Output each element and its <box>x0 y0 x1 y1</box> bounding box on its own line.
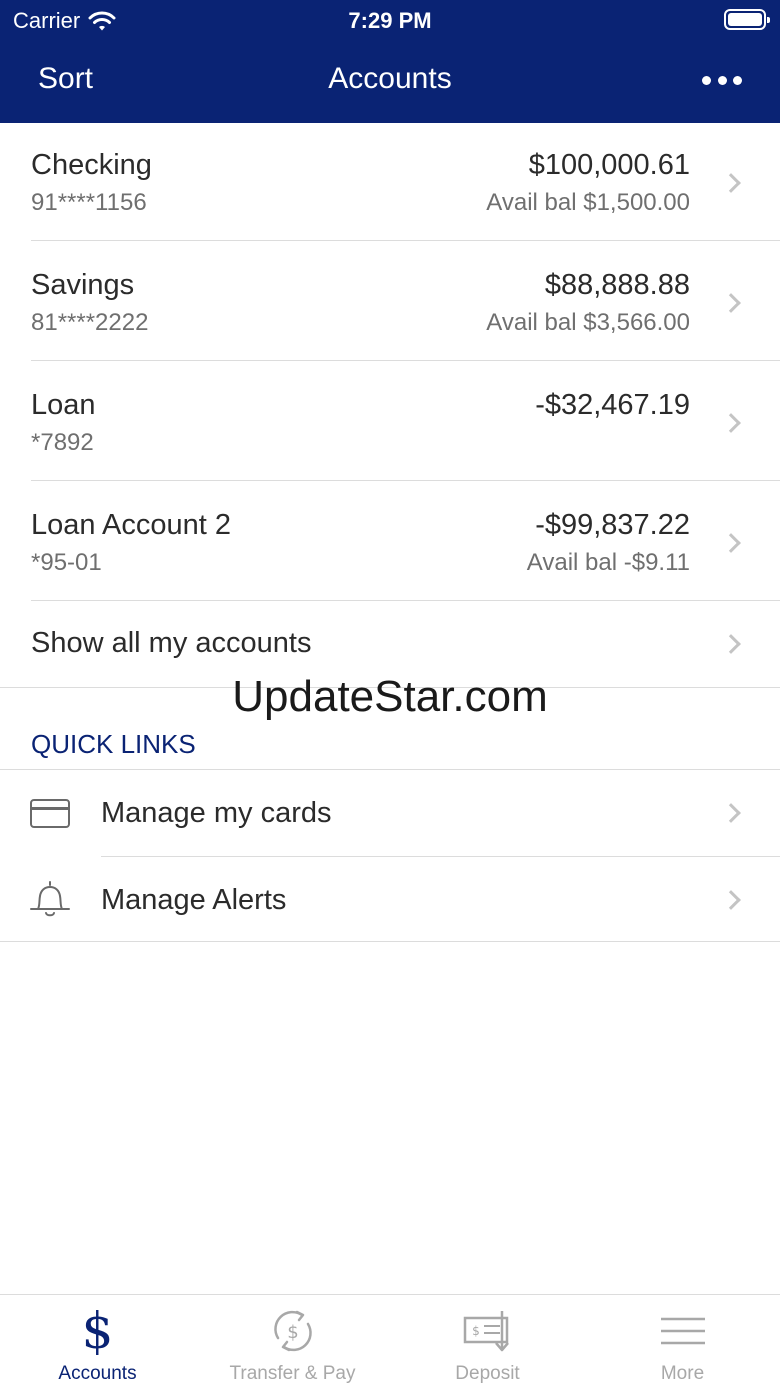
account-name: Loan Account 2 <box>31 509 231 541</box>
status-bar: Carrier 7:29 PM <box>0 0 780 44</box>
battery-icon <box>724 9 770 30</box>
menu-icon <box>585 1305 780 1357</box>
transfer-pay-icon: $ <box>195 1305 390 1357</box>
quick-link-label: Manage Alerts <box>101 884 287 916</box>
account-balance: -$32,467.19 <box>535 389 690 421</box>
account-row-loan-account-2[interactable]: Loan Account 2 *95-01 -$99,837.22 Avail … <box>0 483 780 603</box>
quick-link-manage-cards[interactable]: Manage my cards <box>0 770 780 856</box>
account-number: *7892 <box>31 429 94 456</box>
bell-icon <box>30 881 70 917</box>
quick-links-header: QUICK LINKS <box>31 729 196 759</box>
account-available-balance: Avail bal $3,566.00 <box>486 309 690 336</box>
credit-card-icon <box>30 799 70 828</box>
status-time: 7:29 PM <box>348 8 432 33</box>
chevron-right-icon <box>721 890 741 910</box>
account-row-loan[interactable]: Loan *7892 -$32,467.19 <box>0 363 780 483</box>
svg-text:$: $ <box>287 1322 298 1343</box>
account-name: Loan <box>31 389 96 421</box>
account-balance: $88,888.88 <box>544 269 690 301</box>
chevron-right-icon <box>721 803 741 823</box>
dollar-icon: $ <box>81 1302 114 1360</box>
chevron-right-icon <box>721 293 741 313</box>
top-bar: Carrier 7:29 PM Sort Accounts <box>0 0 780 123</box>
account-name: Checking <box>31 149 152 181</box>
account-number: 91****1156 <box>31 189 147 216</box>
tab-bar: $ Accounts $ Transfer & Pay $ Deposit Mo… <box>0 1294 780 1387</box>
more-options-icon[interactable] <box>702 74 742 86</box>
show-all-accounts-label: Show all my accounts <box>31 627 312 659</box>
tab-label: Accounts <box>58 1363 137 1384</box>
account-balance: $100,000.61 <box>528 149 690 181</box>
watermark: UpdateStar.com <box>232 672 548 721</box>
tab-label: Transfer & Pay <box>229 1363 356 1384</box>
divider <box>31 240 780 241</box>
tab-accounts[interactable]: $ Accounts <box>0 1295 195 1387</box>
svg-text:$: $ <box>472 1324 480 1338</box>
account-balance: -$99,837.22 <box>535 509 690 541</box>
deposit-check-icon: $ <box>390 1305 585 1357</box>
chevron-right-icon <box>721 173 741 193</box>
account-number: *95-01 <box>31 549 102 576</box>
divider <box>0 941 780 942</box>
quick-link-manage-alerts[interactable]: Manage Alerts <box>0 857 780 943</box>
nav-bar: Sort Accounts <box>0 44 780 123</box>
account-number: 81****2222 <box>31 309 149 336</box>
tab-transfer-pay[interactable]: $ Transfer & Pay <box>195 1295 390 1387</box>
chevron-right-icon <box>721 634 741 654</box>
tab-more[interactable]: More <box>585 1295 780 1387</box>
tab-label: More <box>660 1363 705 1384</box>
quick-link-label: Manage my cards <box>101 797 332 829</box>
account-row-savings[interactable]: Savings 81****2222 $88,888.88 Avail bal … <box>0 243 780 363</box>
tab-label: Deposit <box>455 1363 520 1384</box>
account-row-checking[interactable]: Checking 91****1156 $100,000.61 Avail ba… <box>0 123 780 243</box>
account-available-balance: Avail bal $1,500.00 <box>486 189 690 216</box>
account-name: Savings <box>31 269 135 301</box>
chevron-right-icon <box>721 533 741 553</box>
divider <box>31 480 780 481</box>
chevron-right-icon <box>721 413 741 433</box>
tab-deposit[interactable]: $ Deposit <box>390 1295 585 1387</box>
page-title: Accounts <box>328 62 452 95</box>
account-available-balance: Avail bal -$9.11 <box>526 549 690 576</box>
divider <box>31 360 780 361</box>
